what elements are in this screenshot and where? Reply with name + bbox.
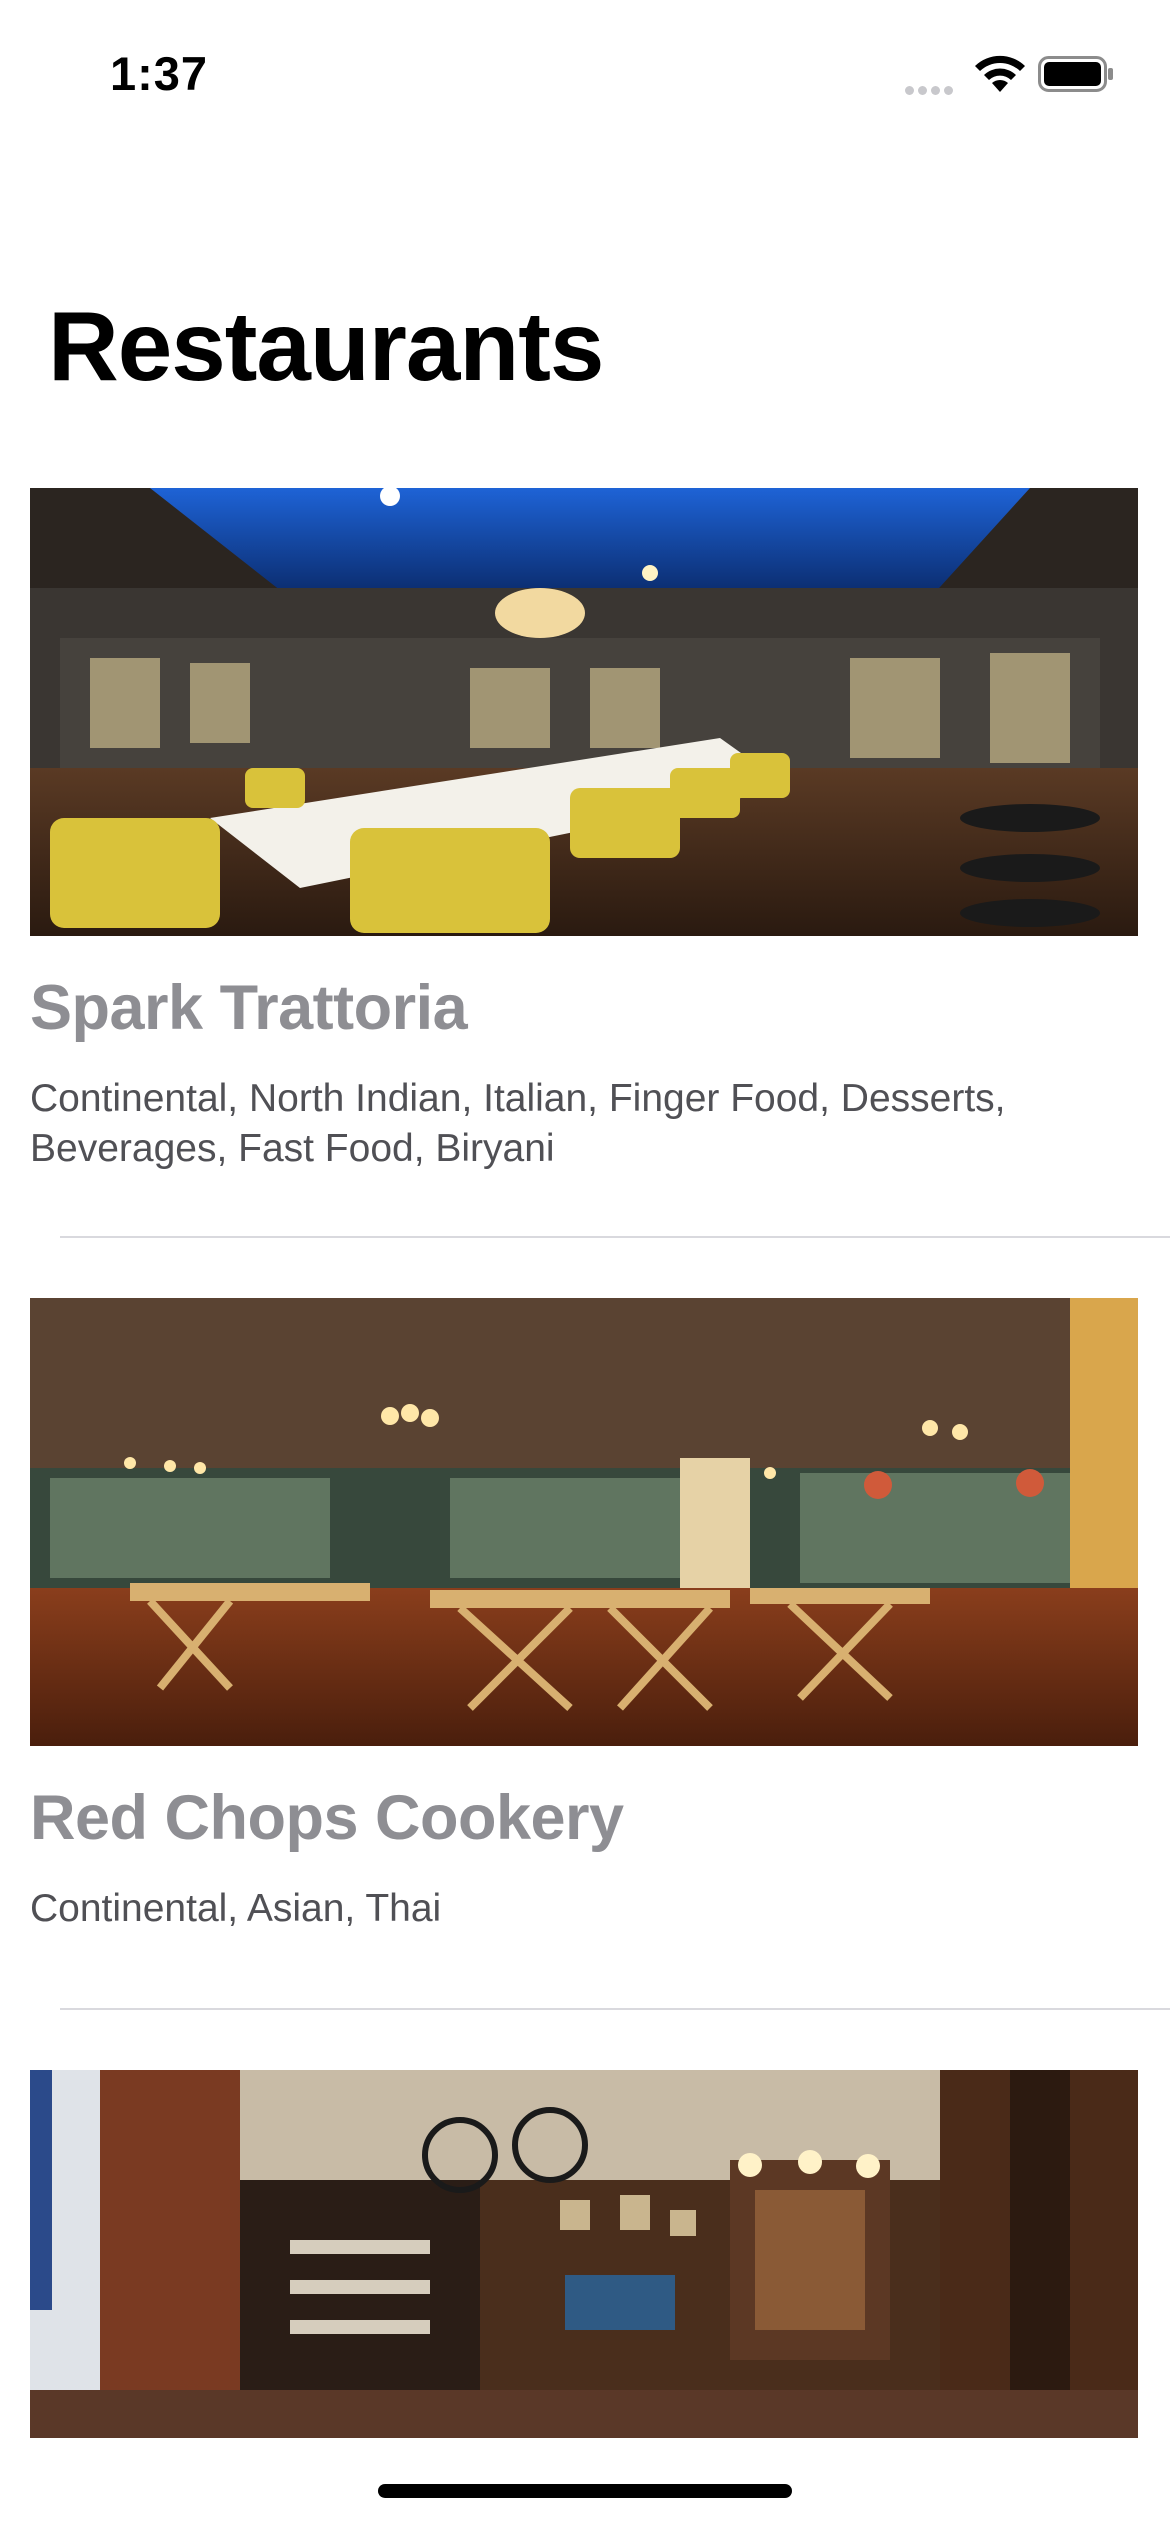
restaurant-card[interactable] xyxy=(0,2008,1170,2532)
restaurant-cuisines: Continental, Asian, Thai xyxy=(30,1887,442,1930)
restaurant-photo xyxy=(30,1298,1138,1746)
restaurant-name: Spark Trattoria xyxy=(30,973,468,1043)
status-time: 1:37 xyxy=(110,47,209,100)
row-separator xyxy=(60,1236,1170,1238)
battery-icon xyxy=(1038,56,1113,92)
restaurant-card[interactable]: Red Chops Cookery Continental, Asian, Th… xyxy=(0,1248,1170,2010)
restaurant-list[interactable]: Spark Trattoria Continental, North India… xyxy=(0,488,1170,2532)
home-indicator[interactable] xyxy=(378,2484,792,2498)
restaurant-cuisines: Continental, North Indian, Italian, Fing… xyxy=(30,1077,1006,1170)
restaurant-name: Red Chops Cookery xyxy=(30,1783,624,1853)
restaurant-photo xyxy=(30,488,1138,936)
cellular-signal-icon xyxy=(905,82,957,100)
status-bar: 1:37 xyxy=(0,0,1170,150)
restaurants-screen: 1:37 Restaurants Spark Trattoria Contine… xyxy=(0,0,1170,2532)
wifi-icon xyxy=(975,55,1025,92)
restaurant-photo xyxy=(30,2070,1138,2438)
page-title: Restaurants xyxy=(48,291,604,401)
restaurant-card[interactable]: Spark Trattoria Continental, North India… xyxy=(0,488,1170,1248)
